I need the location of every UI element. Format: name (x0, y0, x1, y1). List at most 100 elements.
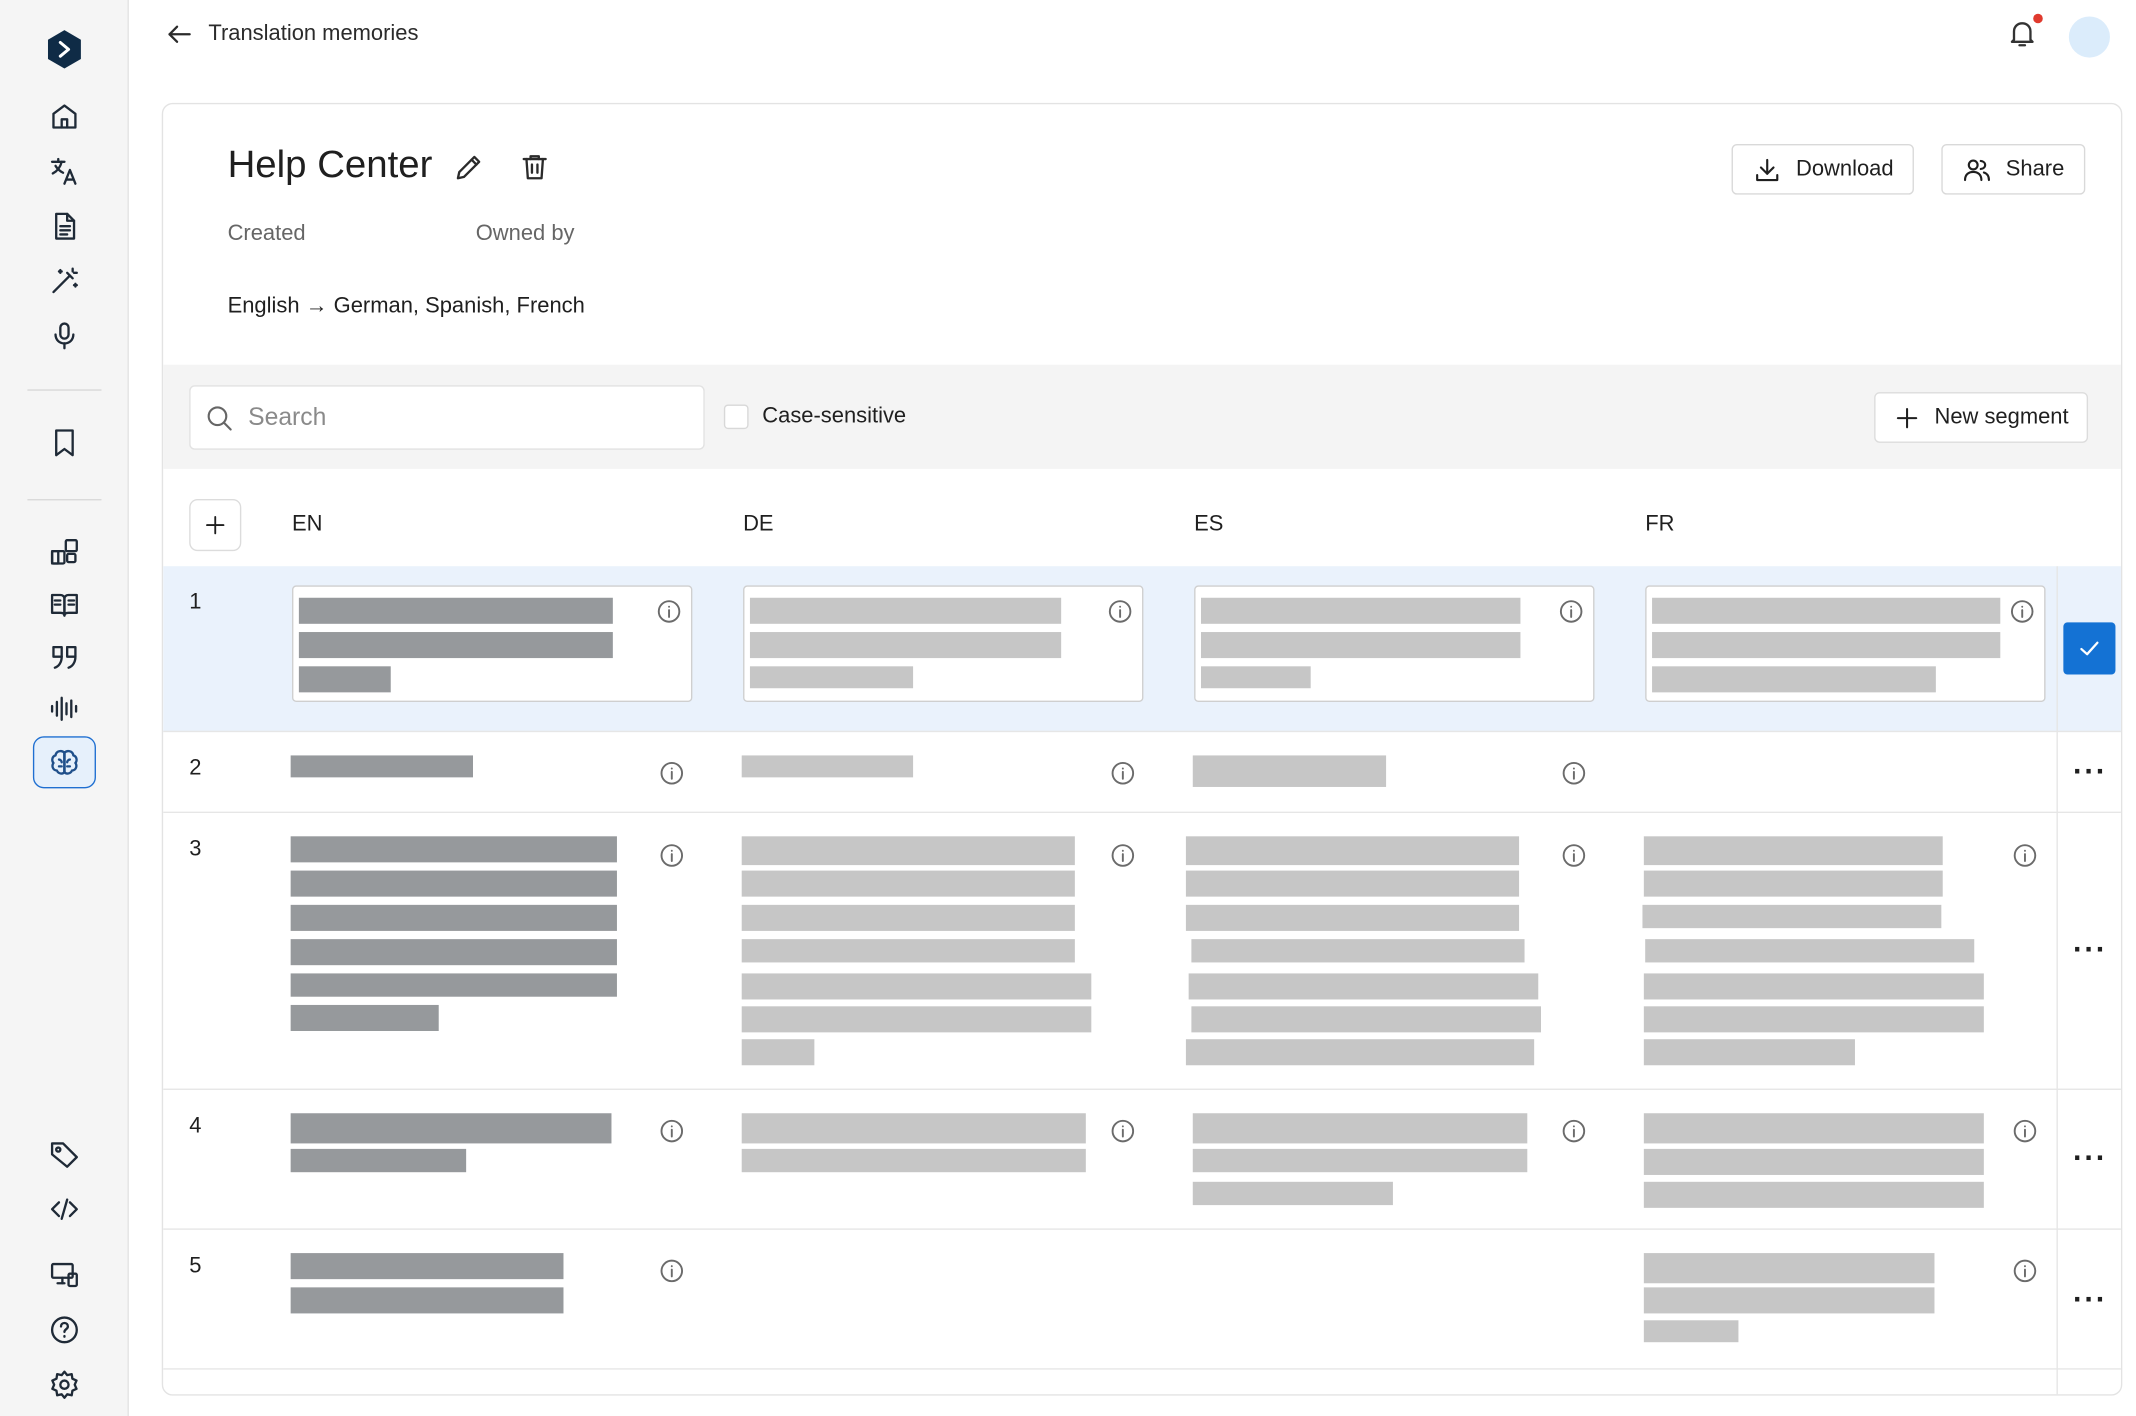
row-actions-column (2056, 566, 2121, 1395)
sidebar-item-apps[interactable] (34, 1250, 94, 1299)
checkbox-box[interactable] (723, 404, 749, 430)
download-button[interactable]: Download (1731, 143, 1915, 195)
avatar[interactable] (2068, 16, 2110, 58)
quote-icon (52, 645, 77, 669)
segment-editor-de[interactable] (743, 585, 1144, 702)
segment-editor-fr[interactable] (1645, 585, 2046, 702)
row-number: 1 (189, 590, 202, 615)
column-header-fr: FR (1645, 512, 1675, 537)
info-icon[interactable] (1559, 599, 1584, 624)
settings-icon (51, 1370, 78, 1399)
table-row[interactable]: 2 (163, 732, 2121, 814)
row-menu-button[interactable]: ··· (2073, 1284, 2107, 1314)
text-line (1652, 666, 1936, 693)
text-line (290, 1287, 564, 1314)
users-icon (1963, 158, 1990, 181)
rename-button[interactable] (452, 151, 488, 187)
segment-toolbar: Case-sensitive New segment (163, 364, 2121, 469)
delete-button[interactable] (518, 151, 554, 187)
segment-editor-en[interactable] (292, 585, 693, 702)
table-row[interactable]: 3 (163, 813, 2121, 1090)
info-icon[interactable] (2013, 1259, 2038, 1284)
sidebar-item-audio[interactable] (34, 684, 94, 733)
info-icon[interactable] (1111, 843, 1136, 868)
sidebar-item-help[interactable] (34, 1305, 94, 1354)
sidebar-item-translate[interactable] (34, 147, 94, 196)
share-button[interactable]: Share (1941, 143, 2085, 195)
sidebar-item-pricing[interactable] (34, 1130, 94, 1179)
text-line (1191, 1006, 1542, 1033)
search-field[interactable] (189, 385, 705, 450)
info-icon[interactable] (1111, 761, 1136, 786)
sidebar-item-documents[interactable] (34, 202, 94, 251)
microphone-icon (54, 322, 75, 350)
text-line (1200, 597, 1521, 624)
text-line (1191, 939, 1525, 963)
app-logo[interactable] (43, 27, 87, 71)
info-icon[interactable] (659, 1119, 684, 1144)
search-input[interactable] (248, 403, 687, 432)
info-icon[interactable] (657, 599, 682, 624)
info-icon[interactable] (659, 1259, 684, 1284)
info-icon[interactable] (659, 843, 684, 868)
bookmark-icon (55, 429, 74, 457)
row-menu-button[interactable]: ··· (2073, 1143, 2107, 1173)
info-icon[interactable] (1562, 843, 1587, 868)
sidebar-divider (27, 499, 102, 501)
notifications-button[interactable] (2006, 13, 2044, 54)
info-icon[interactable] (1562, 761, 1587, 786)
back-link[interactable]: Translation memories (165, 19, 418, 49)
check-icon (2080, 641, 2099, 656)
sidebar-item-voice[interactable] (34, 311, 94, 360)
plus-icon (206, 515, 225, 535)
info-icon[interactable] (1108, 599, 1133, 624)
text-line (1185, 870, 1520, 897)
row-menu-button[interactable]: ··· (2073, 934, 2107, 964)
text-line (298, 632, 613, 659)
sidebar-item-api[interactable] (34, 1185, 94, 1234)
text-line (290, 1253, 564, 1280)
sidebar-item-home[interactable] (34, 92, 94, 141)
row-number: 4 (189, 1114, 202, 1138)
sidebar-item-translation-memories[interactable] (32, 736, 96, 789)
text-line (290, 973, 617, 997)
text-line (1643, 1039, 1855, 1066)
text-line (1643, 1148, 1984, 1175)
sidebar-item-integrations[interactable] (34, 528, 94, 577)
table-row[interactable]: 1 (163, 566, 2121, 733)
info-icon[interactable] (1562, 1119, 1587, 1144)
download-icon (1756, 158, 1779, 181)
table-row[interactable]: 4 (163, 1090, 2121, 1230)
text-line (741, 973, 1092, 1000)
text-line (1643, 1113, 1984, 1144)
add-language-button[interactable] (189, 499, 242, 552)
info-icon[interactable] (659, 761, 684, 786)
sidebar-divider (27, 389, 102, 391)
info-icon[interactable] (2013, 843, 2038, 868)
text-line (749, 597, 1062, 624)
text-line (741, 904, 1075, 931)
text-line (1643, 1006, 1984, 1033)
sidebar-item-write[interactable] (34, 256, 94, 305)
new-segment-button[interactable]: New segment (1874, 392, 2088, 443)
translation-memory-card: Help Center Created Owned by English → G… (161, 102, 2123, 1396)
sidebar-item-styles[interactable] (34, 632, 94, 681)
info-icon[interactable] (2010, 599, 2035, 624)
text-line (1200, 632, 1521, 659)
confirm-edit-button[interactable] (2063, 622, 2116, 675)
sidebar-item-glossaries[interactable] (34, 580, 94, 629)
text-line (1652, 632, 2001, 659)
text-line (298, 666, 391, 693)
text-line (1185, 836, 1520, 866)
column-header-de: DE (743, 512, 774, 537)
segment-editor-es[interactable] (1194, 585, 1595, 702)
table-row[interactable]: 5 (163, 1230, 2121, 1370)
sidebar-item-saved[interactable] (34, 418, 94, 467)
row-menu-button[interactable]: ··· (2073, 756, 2107, 786)
sidebar-item-settings[interactable] (34, 1360, 94, 1409)
text-line (290, 755, 473, 778)
info-icon[interactable] (1111, 1119, 1136, 1144)
case-sensitive-checkbox[interactable]: Case-sensitive (723, 404, 906, 430)
text-line (290, 904, 617, 931)
info-icon[interactable] (2013, 1119, 2038, 1144)
